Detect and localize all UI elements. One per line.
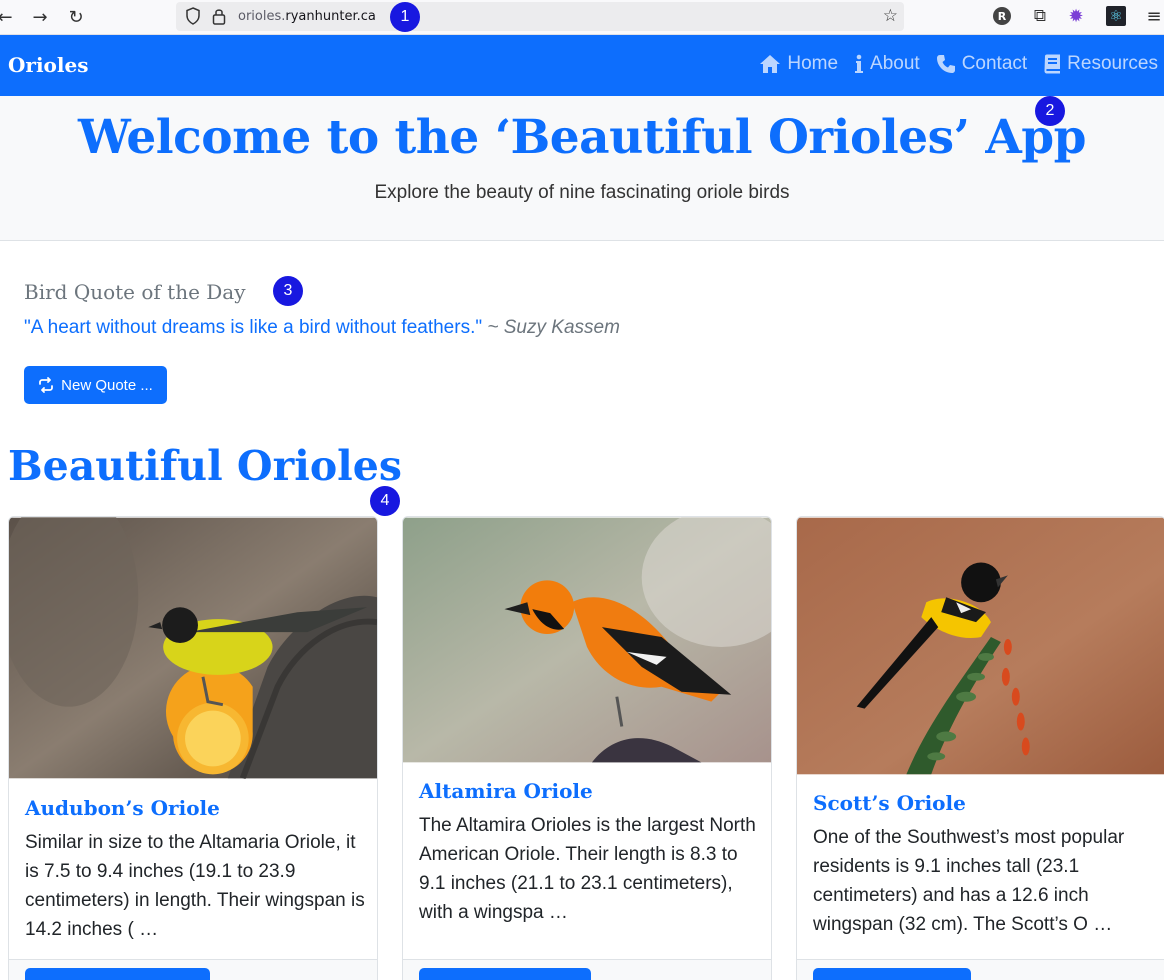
book-icon [1044,54,1061,74]
hero-section: Welcome to the ‘Beautiful Orioles’ App E… [0,96,1164,241]
card-title[interactable]: Audubon’s Oriole [25,796,220,820]
card-text: Similar in size to the Altamaria Oriole,… [25,832,365,940]
hero-title: Welcome to the ‘Beautiful Orioles’ App [77,110,1087,165]
card-title[interactable]: Scott’s Oriole [813,791,966,815]
oriole-card: Altamira Oriole The Altamira Orioles is … [402,516,772,980]
oriole-photo[interactable] [9,517,377,779]
shield-icon[interactable] [185,7,201,25]
nav-contact-link[interactable]: Contact [936,53,1027,75]
hero-subtitle: Explore the beauty of nine fascinating o… [374,182,790,203]
browser-toolbar: ← → ↻ orioles.ryanhunter.ca ☆ R ⧉ ✹ ⚛ ≡ [0,0,1164,35]
oriole-card: Audubon’s Oriole Similar in size to the … [8,516,378,980]
card-details-button[interactable] [25,968,210,980]
nav-home-link[interactable]: Home [759,53,838,75]
card-footer [403,959,771,980]
home-icon [760,55,781,73]
quote-block: "A heart without dreams is like a bird w… [24,317,620,339]
quote-author: ~ Suzy Kassem [482,317,620,338]
app-menu-icon[interactable]: ≡ [1144,6,1164,27]
annotation-marker-2: 2 [1035,96,1065,126]
main-navbar: Orioles Home About Contact Resources [0,35,1164,96]
quote-heading: Bird Quote of the Day [24,280,246,304]
oriole-photo[interactable] [797,517,1164,775]
section-title: Beautiful Orioles [8,442,402,490]
card-title[interactable]: Altamira Oriole [419,779,593,803]
new-quote-button[interactable]: New Quote ... [24,366,167,404]
card-footer [9,959,377,980]
card-footer [797,959,1164,980]
nav-about-link[interactable]: About [854,53,920,75]
oriole-card: Scott’s Oriole One of the Southwest’s mo… [796,516,1164,980]
annotation-marker-4: 4 [370,486,400,516]
oriole-photo[interactable] [403,517,771,763]
annotation-marker-1: 1 [390,2,420,32]
react-devtools-icon[interactable]: ⚛ [1106,6,1126,26]
extension-gear-icon[interactable]: ✹ [1066,6,1086,27]
info-icon [855,54,864,73]
card-details-button[interactable] [813,968,971,980]
address-bar[interactable]: orioles.ryanhunter.ca ☆ [176,2,904,31]
extensions-puzzle-icon[interactable]: ⧉ [1030,6,1050,26]
nav-resources-link[interactable]: Resources [1043,53,1158,75]
url-text: orioles.ryanhunter.ca [238,9,376,24]
reload-button[interactable]: ↻ [63,4,89,30]
forward-button[interactable]: → [27,4,53,30]
lock-icon[interactable] [212,7,226,25]
quote-text: "A heart without dreams is like a bird w… [24,317,483,338]
back-button[interactable]: ← [0,4,18,30]
card-text: The Altamira Orioles is the largest Nort… [419,815,756,923]
nav-links: Home About Contact Resources [759,53,1158,75]
card-details-button[interactable] [419,968,591,980]
profile-icon[interactable]: R [993,7,1011,25]
repeat-icon [39,377,54,393]
brand-link[interactable]: Orioles [8,53,88,77]
card-text: One of the Southwest’s most popular resi… [813,827,1125,935]
annotation-marker-3: 3 [273,276,303,306]
bookmark-star-icon[interactable]: ☆ [883,6,898,26]
phone-icon [936,55,955,73]
